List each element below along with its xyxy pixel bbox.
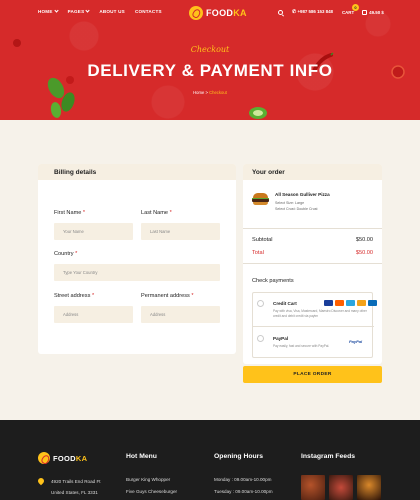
- instagram-photo[interactable]: [329, 475, 353, 500]
- logo-icon: [38, 452, 50, 464]
- hot-menu-title: Hot Menu: [126, 453, 157, 460]
- mastercard-icon: [335, 300, 344, 306]
- paypal-description: Pay easily, fast and secure with PayPal.: [273, 344, 330, 348]
- nav-home-label: HOME: [38, 9, 53, 14]
- instagram-photo[interactable]: [357, 475, 381, 500]
- credit-card-label[interactable]: Credit Cart: [273, 301, 297, 306]
- hours-line: Tuesday : 09.00am-10.00pm: [214, 489, 273, 494]
- nav-pages[interactable]: PAGES: [67, 8, 90, 14]
- amex-icon: [346, 300, 355, 306]
- paypal-radio[interactable]: [257, 335, 264, 342]
- location-pin-icon: [36, 476, 46, 486]
- country-field[interactable]: Type Your Country: [54, 264, 220, 281]
- order-item-crust: Select Crust: Double Crust: [275, 206, 318, 211]
- brand-logo[interactable]: FOODKA: [189, 6, 247, 20]
- last-name-label: Last Name *: [141, 210, 172, 216]
- divider: [243, 263, 382, 264]
- instagram-photo[interactable]: [301, 475, 325, 500]
- maestro-icon: [368, 300, 377, 306]
- place-order-button[interactable]: PLACE ORDER: [243, 366, 382, 383]
- address-line-2: United States, FL 3331: [51, 490, 98, 495]
- nav-home[interactable]: HOME: [38, 8, 59, 14]
- order-item-name: All Season Gulliver Pizza: [275, 192, 330, 197]
- total-row: Total $50.00: [252, 250, 373, 256]
- address-line-1: 4920 Trails End Road Ft: [51, 479, 101, 484]
- divider: [243, 228, 382, 229]
- chevron-down-icon: [53, 8, 59, 13]
- check-payments-title: Check payments: [252, 278, 294, 284]
- street-address-label: Street address *: [54, 293, 95, 299]
- hero-subtitle: Checkout: [190, 45, 230, 54]
- breadcrumb: Home > Checkout: [0, 90, 420, 95]
- page-title: DELIVERY & PAYMENT INFO: [87, 61, 333, 80]
- hours-line: Monday : 09.00am-10.00pm: [214, 477, 272, 482]
- visa-icon: [324, 300, 333, 306]
- opening-hours-title: Opening Hours: [214, 453, 264, 460]
- cart-button[interactable]: CART 0 49.50 $: [341, 3, 384, 15]
- credit-card-radio[interactable]: [257, 300, 264, 307]
- chevron-down-icon: [85, 8, 90, 13]
- billing-details-card: Billing details First Name * Your Name L…: [38, 164, 236, 354]
- permanent-address-field[interactable]: Address: [141, 306, 220, 323]
- credit-card-description: Pay with visa, Visa, Mastercard, Maestro…: [273, 309, 367, 318]
- billing-title: Billing details: [38, 164, 236, 180]
- breadcrumb-home[interactable]: Home: [193, 90, 204, 95]
- first-name-field[interactable]: Your Name: [54, 223, 133, 240]
- nav-pages-label: PAGES: [67, 9, 85, 14]
- menu-link[interactable]: Five Guys Cheeseburger: [126, 489, 177, 494]
- nav-contacts-label: CONTACTS: [134, 9, 162, 14]
- phone-icon: ✆: [292, 9, 297, 15]
- permanent-address-label: Permanent address *: [141, 293, 194, 299]
- logo-icon: [189, 6, 203, 20]
- instagram-feeds-title: Instagram Feeds: [301, 453, 356, 460]
- search-icon[interactable]: [278, 9, 283, 15]
- cart-total: 49.50 $: [369, 9, 384, 15]
- menu-link[interactable]: Burger King Whopper: [126, 477, 170, 482]
- street-address-field[interactable]: Address: [54, 306, 133, 323]
- footer: FOODKA 4920 Trails End Road Ft United St…: [0, 420, 420, 500]
- phone-number[interactable]: ✆ +987 586 153 848: [292, 9, 333, 15]
- jalapeno-slice-icon: [249, 107, 267, 119]
- subtotal-row: Subtotal $50.00: [252, 237, 373, 243]
- breadcrumb-separator: >: [205, 90, 208, 95]
- footer-brand[interactable]: FOODKA: [38, 452, 87, 464]
- nav-about-label: ABOUT US: [99, 9, 125, 14]
- country-label: Country *: [54, 251, 78, 257]
- footer-brand-name: FOODKA: [53, 453, 88, 463]
- hero-banner: HOME PAGES ABOUT US CONTACTS FOODKA ✆ +9…: [0, 0, 420, 120]
- order-item-options: Select Size: Large Select Crust: Double …: [275, 201, 330, 213]
- brand-name: FOODKA: [206, 8, 247, 18]
- paypal-label[interactable]: PayPal: [273, 336, 288, 341]
- first-name-label: First Name *: [54, 210, 86, 216]
- cart-count-badge: 0: [351, 3, 359, 11]
- top-navigation: HOME PAGES ABOUT US CONTACTS FOODKA ✆ +9…: [0, 3, 420, 20]
- burger-thumbnail-icon: [252, 191, 269, 207]
- last-name-field[interactable]: Last Name: [141, 223, 220, 240]
- order-item: All Season Gulliver Pizza Select Size: L…: [252, 191, 330, 213]
- discover-icon: [357, 300, 366, 306]
- order-title: Your order: [243, 164, 382, 180]
- main-menu: HOME PAGES ABOUT US CONTACTS: [38, 8, 162, 14]
- payment-methods: Credit Cart Pay with visa, Visa, Masterc…: [252, 292, 377, 358]
- shopping-bag-icon: [362, 9, 368, 15]
- nav-contacts[interactable]: CONTACTS: [135, 9, 162, 14]
- cart-label: CART: [341, 9, 355, 15]
- divider: [253, 326, 374, 327]
- breadcrumb-current: Checkout: [209, 90, 227, 95]
- card-logos: [324, 300, 377, 306]
- nav-about-us[interactable]: ABOUT US: [99, 9, 125, 14]
- header-actions: ✆ +987 586 153 848 CART 0 49.50 $: [278, 3, 384, 15]
